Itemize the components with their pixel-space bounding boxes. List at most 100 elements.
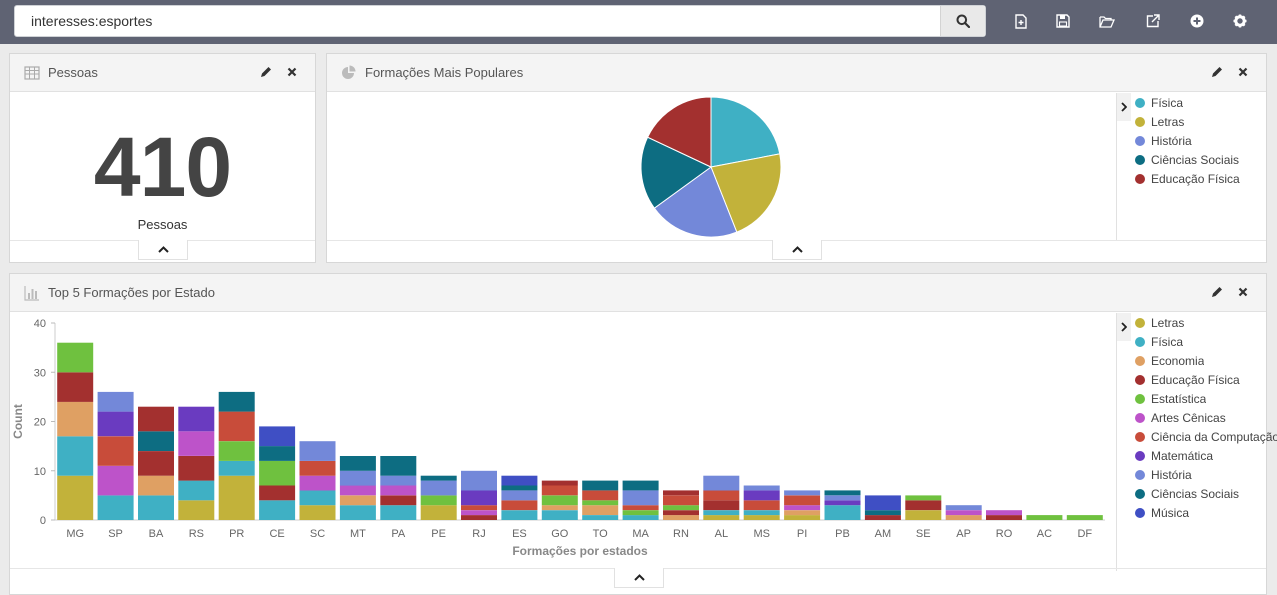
bar-segment[interactable] [582, 505, 619, 515]
bar-segment[interactable] [138, 495, 174, 520]
edit-icon[interactable] [1210, 65, 1224, 79]
legend-item[interactable]: Economia [1135, 351, 1277, 370]
bar-segment[interactable] [663, 490, 699, 496]
legend-item[interactable]: Estatística [1135, 389, 1277, 408]
bar-segment[interactable] [743, 515, 780, 520]
bar-segment[interactable] [461, 470, 497, 491]
bar-segment[interactable] [905, 510, 942, 520]
close-icon[interactable] [1236, 65, 1250, 79]
bar-segment[interactable] [703, 490, 740, 501]
bar-segment[interactable] [663, 515, 699, 520]
bar-segment[interactable] [663, 505, 699, 511]
collapse-button[interactable] [772, 240, 822, 260]
bar-segment[interactable] [299, 475, 336, 491]
bar-segment[interactable] [380, 475, 417, 486]
legend-item[interactable]: Ciências Sociais [1135, 150, 1240, 169]
bar-segment[interactable] [339, 485, 376, 496]
bar-segment[interactable] [501, 485, 538, 491]
bar-segment[interactable] [57, 436, 94, 476]
bar-segment[interactable] [339, 505, 376, 520]
bar-segment[interactable] [501, 500, 538, 511]
new-dashboard-icon[interactable] [1011, 11, 1031, 31]
bar-segment[interactable] [501, 510, 538, 520]
legend-item[interactable]: Artes Cênicas [1135, 408, 1277, 427]
bar-segment[interactable] [218, 441, 255, 461]
bar-segment[interactable] [582, 480, 619, 491]
legend-item[interactable]: Música [1135, 503, 1277, 522]
bar-segment[interactable] [420, 495, 457, 506]
settings-icon[interactable] [1230, 11, 1250, 31]
bar-segment[interactable] [97, 495, 134, 520]
bar-segment[interactable] [218, 391, 255, 412]
bar-segment[interactable] [784, 490, 821, 496]
collapse-button[interactable] [614, 568, 664, 588]
bar-segment[interactable] [178, 431, 215, 456]
bar-segment[interactable] [622, 515, 659, 520]
bar-segment[interactable] [622, 480, 659, 491]
bar-segment[interactable] [905, 495, 942, 501]
bar-segment[interactable] [339, 456, 376, 471]
share-icon[interactable] [1143, 11, 1163, 31]
bar-segment[interactable] [541, 480, 578, 486]
bar-segment[interactable] [380, 485, 417, 496]
bar-segment[interactable] [582, 500, 619, 506]
bar-segment[interactable] [541, 495, 578, 506]
bar-segment[interactable] [986, 510, 1022, 516]
bar-segment[interactable] [259, 460, 296, 486]
edit-icon[interactable] [1210, 285, 1224, 299]
bar-segment[interactable] [259, 500, 296, 520]
bar-segment[interactable] [622, 510, 659, 516]
bar-segment[interactable] [57, 372, 94, 402]
bar-segment[interactable] [339, 470, 376, 486]
bar-segment[interactable] [501, 490, 538, 501]
bar-segment[interactable] [259, 485, 296, 501]
bar-segment[interactable] [1026, 515, 1063, 520]
bar-segment[interactable] [622, 505, 659, 511]
bar-segment[interactable] [986, 515, 1022, 520]
bar-segment[interactable] [945, 505, 982, 511]
bar-segment[interactable] [299, 441, 336, 461]
bar-segment[interactable] [1066, 515, 1103, 520]
bar-segment[interactable] [743, 490, 780, 501]
bar-segment[interactable] [743, 500, 780, 511]
bar-segment[interactable] [824, 495, 861, 501]
bar-segment[interactable] [501, 475, 538, 486]
bar-segment[interactable] [57, 342, 94, 373]
legend-item[interactable]: Educação Física [1135, 370, 1277, 389]
bar-segment[interactable] [299, 505, 336, 520]
bar-segment[interactable] [97, 411, 134, 437]
legend-item[interactable]: Letras [1135, 313, 1277, 332]
bar-segment[interactable] [864, 495, 901, 511]
bar-segment[interactable] [57, 475, 94, 520]
bar-segment[interactable] [703, 500, 740, 511]
bar-segment[interactable] [259, 426, 296, 447]
bar-segment[interactable] [703, 510, 740, 516]
bar-segment[interactable] [97, 436, 134, 466]
bar-segment[interactable] [461, 490, 497, 506]
bar-segment[interactable] [97, 391, 134, 412]
edit-icon[interactable] [259, 65, 273, 79]
bar-segment[interactable] [461, 510, 497, 516]
bar-segment[interactable] [743, 485, 780, 491]
bar-segment[interactable] [97, 465, 134, 496]
bar-segment[interactable] [864, 510, 901, 516]
bar-segment[interactable] [178, 480, 215, 501]
bar-segment[interactable] [380, 456, 417, 476]
bar-segment[interactable] [541, 485, 578, 496]
legend-item[interactable]: Letras [1135, 112, 1240, 131]
legend-item[interactable]: Matemática [1135, 446, 1277, 465]
bar-segment[interactable] [784, 495, 821, 506]
bar-segment[interactable] [541, 505, 578, 511]
bar-segment[interactable] [582, 490, 619, 501]
bar-segment[interactable] [824, 500, 861, 506]
bar-segment[interactable] [57, 401, 94, 437]
bar-segment[interactable] [703, 515, 740, 520]
bar-segment[interactable] [380, 495, 417, 506]
bar-segment[interactable] [420, 505, 457, 520]
bar-segment[interactable] [138, 475, 174, 496]
bar-segment[interactable] [743, 510, 780, 516]
bar-segment[interactable] [299, 460, 336, 476]
bar-segment[interactable] [784, 505, 821, 511]
collapse-button[interactable] [138, 240, 188, 260]
bar-segment[interactable] [178, 456, 215, 481]
